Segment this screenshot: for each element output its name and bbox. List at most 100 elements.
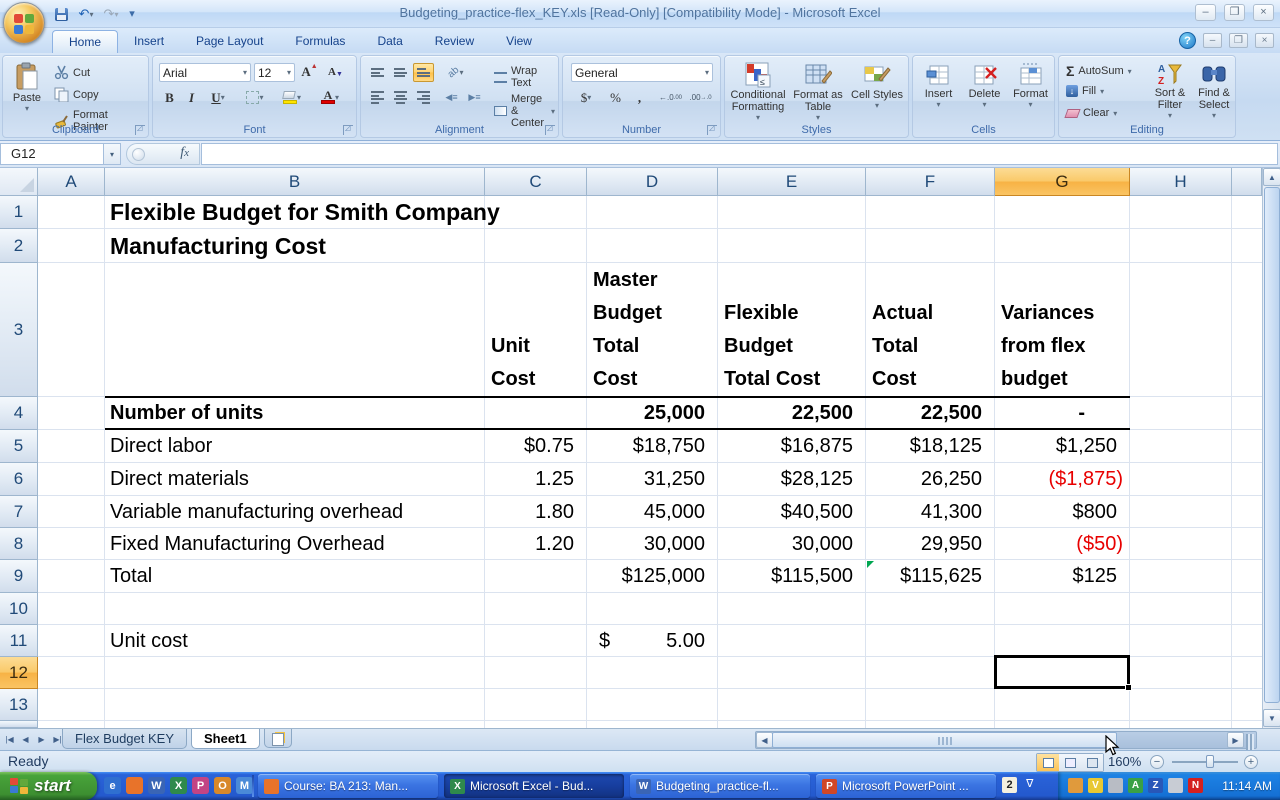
font-dialog-launcher[interactable] <box>343 124 353 135</box>
row-header-4[interactable]: 4 <box>0 397 38 430</box>
fill-handle[interactable] <box>1125 684 1132 691</box>
column-header-a[interactable]: A <box>38 168 105 196</box>
tab-split-handle[interactable] <box>1246 734 1254 750</box>
horizontal-scrollbar[interactable]: ◀ ▶ <box>755 731 1257 750</box>
align-right-button[interactable] <box>413 88 434 107</box>
sheet-tab-sheet1[interactable]: Sheet1 <box>191 729 260 749</box>
next-sheet-button[interactable]: ▶ <box>34 731 49 748</box>
alignment-dialog-launcher[interactable] <box>545 124 555 135</box>
decrease-decimal-button[interactable]: .00 →.0 <box>687 88 714 107</box>
borders-button[interactable]: ▾ <box>239 88 271 107</box>
align-center-button[interactable] <box>390 88 411 107</box>
column-header-b[interactable]: B <box>105 168 485 196</box>
column-header-h[interactable]: H <box>1130 168 1232 196</box>
middle-align-button[interactable] <box>390 63 411 82</box>
first-sheet-button[interactable]: |◀ <box>2 731 17 748</box>
prev-sheet-button[interactable]: ◀ <box>18 731 33 748</box>
workbook-restore-button[interactable]: ❐ <box>1229 33 1248 48</box>
minimize-button[interactable]: – <box>1195 4 1216 21</box>
normal-view-button[interactable] <box>1037 754 1059 771</box>
copy-button[interactable]: Copy <box>51 86 102 103</box>
close-button[interactable]: × <box>1253 4 1274 21</box>
number-format-combo[interactable]: General ▾ <box>571 63 713 82</box>
cell-G9[interactable]: $125 <box>995 560 1118 593</box>
cell-B7[interactable]: Variable manufacturing overhead <box>110 496 403 528</box>
cell-C8[interactable]: 1.20 <box>485 528 574 560</box>
z-utility-icon[interactable]: Z <box>1148 778 1163 793</box>
name-box[interactable]: G12 <box>0 143 104 165</box>
paste-button[interactable]: Paste ▾ <box>7 62 47 113</box>
cell-B5[interactable]: Direct labor <box>110 430 212 463</box>
cell-G6[interactable]: ($1,875) <box>995 463 1124 496</box>
taskbar-button-budgeting-practice-fl[interactable]: W Budgeting_practice-fl... <box>630 774 810 798</box>
paste-dropdown-arrow[interactable]: ▾ <box>25 104 29 113</box>
grow-font-button[interactable]: A ▲ <box>299 62 320 81</box>
page-break-view-button[interactable] <box>1081 754 1103 771</box>
clipboard-dialog-launcher[interactable] <box>135 124 145 135</box>
format-cells-button[interactable]: Format ▾ <box>1009 62 1052 109</box>
row-header-6[interactable]: 6 <box>0 463 38 496</box>
cell-D4[interactable]: 25,000 <box>587 397 705 430</box>
comma-button[interactable]: , <box>629 88 650 107</box>
orientation-button[interactable]: ab ▾ <box>441 63 471 82</box>
font-size-combo[interactable]: 12 ▾ <box>254 63 295 82</box>
cell-B9[interactable]: Total <box>110 560 152 593</box>
row-header-3[interactable]: 3 <box>0 263 38 397</box>
cell-F7[interactable]: 41,300 <box>866 496 982 528</box>
row-header-7[interactable]: 7 <box>0 496 38 528</box>
antivirus-a-icon[interactable]: A <box>1128 778 1143 793</box>
publisher-icon[interactable]: P <box>192 777 209 794</box>
column-header-c[interactable]: C <box>485 168 587 196</box>
show-hidden-icons-button[interactable]: ᐁ <box>1026 777 1034 790</box>
zoom-out-button[interactable]: − <box>1150 755 1164 769</box>
help-icon[interactable]: ? <box>1179 32 1196 49</box>
insert-function-button[interactable]: fx <box>180 145 189 161</box>
sheet-tab-flex-budget-key[interactable]: Flex Budget KEY <box>62 729 187 749</box>
conditional-formatting-button[interactable]: ≤ Conditional Formatting ▾ <box>727 61 789 122</box>
cell-F4[interactable]: 22,500 <box>866 397 982 430</box>
cell-styles-button[interactable]: Cell Styles ▾ <box>849 61 905 110</box>
cell-D8[interactable]: 30,000 <box>587 528 705 560</box>
column-header-e[interactable]: E <box>718 168 866 196</box>
page-layout-view-button[interactable] <box>1059 754 1081 771</box>
cell-F9[interactable]: $115,625 <box>866 560 982 593</box>
excel-icon[interactable]: X <box>170 777 187 794</box>
messenger-icon[interactable]: M <box>236 777 253 794</box>
cell-E5[interactable]: $16,875 <box>718 430 853 463</box>
start-button[interactable]: start <box>0 772 97 800</box>
workbook-close-button[interactable]: × <box>1255 33 1274 48</box>
autosum-button[interactable]: Σ AutoSum ▾ <box>1063 62 1135 80</box>
cell-E7[interactable]: $40,500 <box>718 496 853 528</box>
tab-page-layout[interactable]: Page Layout <box>180 30 279 53</box>
scroll-down-button[interactable]: ▼ <box>1263 709 1280 727</box>
tab-view[interactable]: View <box>490 30 548 53</box>
column-header-f[interactable]: F <box>866 168 995 196</box>
cut-button[interactable]: Cut <box>51 64 93 81</box>
percent-button[interactable]: % <box>605 88 626 107</box>
messenger-buddy-icon[interactable] <box>1068 778 1083 793</box>
taskbar-button-course-ba-213-man[interactable]: Course: BA 213: Man... <box>258 774 438 798</box>
column-header-d[interactable]: D <box>587 168 718 196</box>
cell-F5[interactable]: $18,125 <box>866 430 982 463</box>
tab-home[interactable]: Home <box>52 30 119 53</box>
font-name-combo[interactable]: Arial ▾ <box>159 63 251 82</box>
cell-G5[interactable]: $1,250 <box>995 430 1117 463</box>
cell-D7[interactable]: 45,000 <box>587 496 705 528</box>
vertical-scrollbar[interactable]: ▲ ▼ <box>1262 168 1280 728</box>
select-all-corner[interactable] <box>0 168 38 196</box>
cell-E8[interactable]: 30,000 <box>718 528 853 560</box>
zoom-in-button[interactable]: + <box>1244 755 1258 769</box>
cell-F3[interactable]: Actual Total Cost <box>866 263 995 397</box>
cell-G3[interactable]: Variances from flex budget <box>995 263 1130 397</box>
row-header-9[interactable]: 9 <box>0 560 38 593</box>
internet-explorer-icon[interactable]: e <box>104 777 121 794</box>
underline-button[interactable]: U ▾ <box>203 88 233 107</box>
fill-color-button[interactable]: ▾ <box>275 88 309 107</box>
office-button[interactable] <box>3 2 45 44</box>
cell-C3[interactable]: Unit Cost <box>485 263 587 397</box>
scroll-left-button[interactable]: ◀ <box>756 732 773 748</box>
cell-D3[interactable]: Master Budget Total Cost <box>587 263 718 397</box>
delete-cells-button[interactable]: Delete ▾ <box>963 62 1006 109</box>
cell-C6[interactable]: 1.25 <box>485 463 574 496</box>
cell-D6[interactable]: 31,250 <box>587 463 705 496</box>
